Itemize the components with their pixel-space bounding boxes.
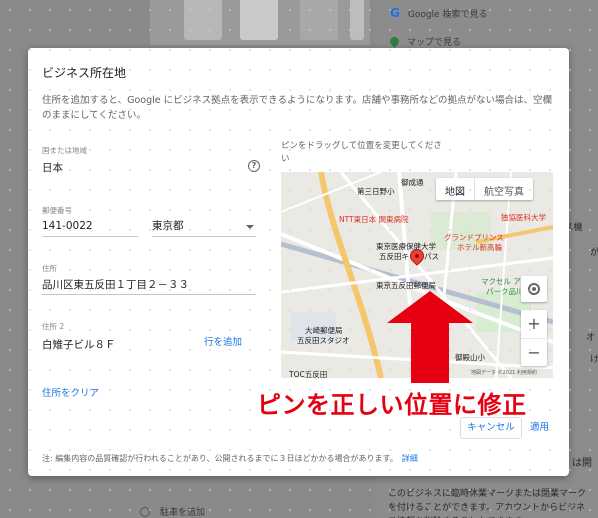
- annotation-text: ピンを正しい位置に修正: [257, 391, 527, 419]
- zoom-out-button[interactable]: −: [521, 338, 547, 366]
- zoom-in-button[interactable]: +: [521, 310, 547, 338]
- map-label: パーク品川: [486, 287, 524, 296]
- storefront-illustration: [150, 0, 370, 45]
- bg-fragment-3: オ: [586, 333, 596, 343]
- google-logo-icon: G: [390, 6, 400, 20]
- bg-add-parking-label: 駐車を追加: [160, 508, 206, 518]
- map-label: 五反田スタジオ: [297, 336, 350, 345]
- map-label: ホテル新高輪: [457, 243, 502, 252]
- dialog-description: 住所を追加すると、Google にビジネス拠点を表示できるようになります。店舗や…: [42, 95, 553, 121]
- map-type-toggle[interactable]: 地図 航空写真: [436, 178, 533, 200]
- map-label: NTT東日本 関東病院: [339, 215, 409, 224]
- apply-button[interactable]: 適用: [530, 419, 549, 433]
- bg-fragment-4: け: [590, 355, 598, 365]
- postal-underline: [42, 236, 138, 237]
- map-hint: ピンをドラッグして位置を変更してください: [281, 141, 442, 164]
- google-search-label: Google 検索で見る: [407, 9, 488, 20]
- country-field[interactable]: 日本: [42, 160, 63, 175]
- bg-bottom-text: このビジネスに臨時休業マークまたは閉業マークを付けることができます。アカウントか…: [388, 489, 587, 518]
- address1-label: 住所: [42, 264, 57, 273]
- maps-row[interactable]: マップで見る: [388, 35, 462, 48]
- clear-address-link[interactable]: 住所をクリア: [42, 385, 99, 399]
- postal-label: 郵便番号: [42, 206, 72, 215]
- chevron-down-icon[interactable]: [246, 225, 254, 229]
- map-label: 第三日野小: [357, 187, 395, 196]
- footer-note-text: 注: 編集内容の品質確認が行われることがあり、公開されるまでに３日ほどかかる場合…: [42, 454, 398, 463]
- map-copyright: 地図データ ©2021 利用規約: [471, 370, 537, 376]
- map-label: 御成通: [401, 178, 424, 187]
- dialog-title: ビジネス所在地: [42, 66, 127, 80]
- zoom-control[interactable]: + −: [521, 310, 547, 366]
- country-label: 国または地域: [42, 146, 87, 155]
- map-label: TOC五反田: [289, 370, 328, 378]
- add-line-link[interactable]: 行を追加: [204, 334, 242, 348]
- up-arrow-icon: [387, 291, 473, 383]
- address1-field[interactable]: 品川区東五反田１丁目２－３３: [42, 277, 189, 292]
- prefecture-select[interactable]: 東京都: [152, 218, 184, 233]
- google-search-row[interactable]: G Google 検索で見る: [390, 6, 487, 20]
- add-circle-icon: [140, 506, 150, 517]
- prefecture-underline: [152, 236, 256, 237]
- bg-add-parking[interactable]: 駐車を追加: [140, 505, 205, 518]
- maps-label: マップで見る: [407, 38, 462, 48]
- map-label: 東京五反田郵便局: [376, 281, 436, 290]
- address2-label: 住所 2: [42, 322, 65, 331]
- map-type-map[interactable]: 地図: [436, 178, 474, 200]
- help-icon[interactable]: ?: [248, 160, 260, 172]
- footer-more-link[interactable]: 詳細: [402, 454, 418, 463]
- bg-fragment-5: は開: [572, 458, 592, 469]
- map-label: 独協医科大学: [501, 213, 546, 222]
- footer-note: 注: 編集内容の品質確認が行われることがあり、公開されるまでに３日ほどかかる場合…: [42, 453, 418, 464]
- address1-underline: [42, 294, 256, 295]
- my-location-button[interactable]: [521, 276, 547, 302]
- crosshair-icon: [528, 283, 540, 295]
- postal-field[interactable]: 141-0022: [42, 220, 93, 232]
- bg-fragment-2: が: [590, 248, 598, 258]
- address2-field[interactable]: 白雉子ビル８Ｆ: [42, 337, 116, 352]
- map-type-satellite[interactable]: 航空写真: [474, 178, 533, 200]
- map-pin-icon: [388, 35, 401, 48]
- cancel-button[interactable]: キャンセル: [460, 417, 522, 439]
